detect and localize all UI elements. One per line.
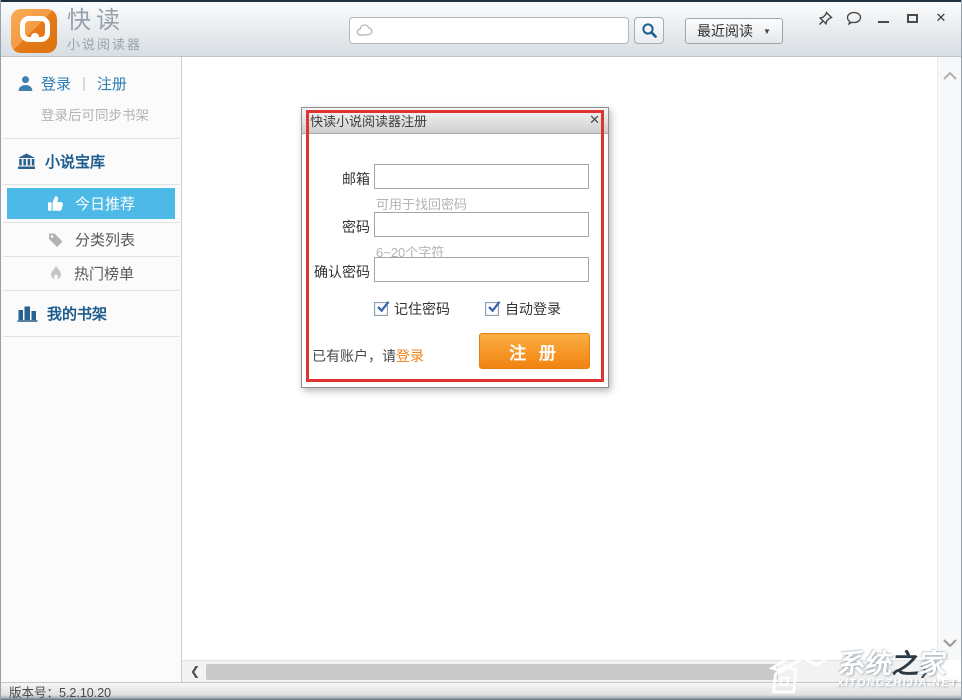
pin-icon[interactable] (817, 10, 833, 26)
brand-title: 快读 (67, 8, 142, 34)
password-label: 密码 (302, 217, 370, 237)
sidebar-item-hot-ranking[interactable]: 热门榜单 (5, 257, 177, 290)
vertical-scrollbar[interactable] (937, 57, 961, 660)
cloud-icon (356, 23, 374, 37)
dialog-title: 快读小说阅读器注册 (310, 111, 427, 130)
scroll-right-icon[interactable]: ❯ (919, 664, 929, 678)
register-button[interactable]: 注 册 (479, 333, 590, 369)
auto-login-checkbox[interactable]: 自动登录 (485, 299, 561, 319)
sidebar-item-label: 热门榜单 (74, 263, 134, 284)
dialog-close-icon[interactable]: ✕ (589, 112, 600, 128)
search-button[interactable] (634, 17, 664, 44)
brand: 快读 小说阅读器 (67, 8, 142, 53)
dialog-body: 邮箱 可用于找回密码 密码 6~20个字符 确认密码 记 (302, 134, 608, 387)
header-bar: 快读 小说阅读器 最近阅读 ▼ (1, 0, 961, 57)
checkbox-checked-icon (374, 302, 388, 316)
have-account-text: 已有账户，请登录 (312, 346, 424, 366)
recent-read-dropdown[interactable]: 最近阅读 ▼ (685, 18, 783, 44)
close-button[interactable]: ✕ (933, 10, 949, 26)
login-here-link[interactable]: 登录 (396, 348, 424, 364)
buildings-icon (17, 305, 38, 322)
scroll-up-icon[interactable] (942, 71, 958, 81)
main-content: 快读小说阅读器注册 ✕ 邮箱 可用于找回密码 密码 6~20个字符 确认密码 (182, 57, 961, 682)
dialog-title-bar[interactable]: 快读小说阅读器注册 ✕ (302, 108, 608, 134)
checkbox-checked-icon (485, 302, 499, 316)
sidebar: 登录 | 注册 登录后可同步书架 小说宝库 (1, 57, 182, 682)
scroll-left-icon[interactable]: ❮ (190, 664, 200, 678)
email-field[interactable] (374, 164, 589, 189)
sidebar-item-category-list[interactable]: 分类列表 (5, 223, 177, 256)
confirm-password-field[interactable] (374, 257, 589, 282)
account-row: 登录 | 注册 (1, 67, 181, 94)
tag-icon (47, 231, 65, 249)
sidebar-item-today-recommend[interactable]: 今日推荐 (7, 188, 175, 219)
flame-icon (48, 265, 64, 283)
brand-subtitle: 小说阅读器 (67, 34, 142, 53)
sidebar-section-bookshelf[interactable]: 我的书架 (1, 291, 181, 336)
scroll-down-icon[interactable] (942, 638, 958, 648)
sidebar-item-label: 今日推荐 (75, 193, 135, 214)
app-logo-icon (11, 9, 57, 53)
bank-icon (17, 153, 36, 170)
user-icon (17, 75, 34, 92)
app-window: 快读 小说阅读器 最近阅读 ▼ (0, 0, 962, 700)
remember-password-label: 记住密码 (394, 299, 450, 319)
maximize-button[interactable] (904, 10, 920, 26)
sync-hint: 登录后可同步书架 (1, 94, 181, 138)
magnifier-icon (641, 22, 658, 39)
status-bar: 版本号：5.2.10.20 (1, 682, 961, 700)
bookshelf-header-label: 我的书架 (47, 303, 107, 324)
thumbs-up-icon (47, 195, 65, 212)
email-label: 邮箱 (302, 169, 370, 189)
version-text: 版本号：5.2.10.20 (9, 682, 111, 700)
library-header-label: 小说宝库 (45, 151, 105, 172)
confirm-password-label: 确认密码 (302, 262, 370, 282)
register-dialog: 快读小说阅读器注册 ✕ 邮箱 可用于找回密码 密码 6~20个字符 确认密码 (301, 107, 609, 388)
remember-password-checkbox[interactable]: 记住密码 (374, 299, 450, 319)
sidebar-section-library[interactable]: 小说宝库 (1, 139, 181, 184)
minimize-button[interactable] (875, 10, 891, 26)
sidebar-item-label: 分类列表 (75, 229, 135, 250)
horizontal-scrollbar-thumb[interactable] (206, 664, 778, 680)
login-link[interactable]: 登录 (41, 73, 71, 94)
email-hint: 可用于找回密码 (376, 194, 467, 213)
recent-read-label: 最近阅读 (697, 21, 753, 41)
register-link[interactable]: 注册 (97, 73, 127, 94)
horizontal-scrollbar[interactable]: ❮ ❯ (182, 660, 937, 682)
password-field[interactable] (374, 212, 589, 237)
feedback-bubble-icon[interactable] (846, 10, 862, 26)
auto-login-label: 自动登录 (505, 299, 561, 319)
chevron-down-icon: ▼ (763, 27, 771, 36)
search-box (349, 17, 629, 44)
window-controls: ✕ (817, 10, 949, 26)
separator: | (78, 75, 90, 92)
search-input[interactable] (349, 17, 629, 44)
